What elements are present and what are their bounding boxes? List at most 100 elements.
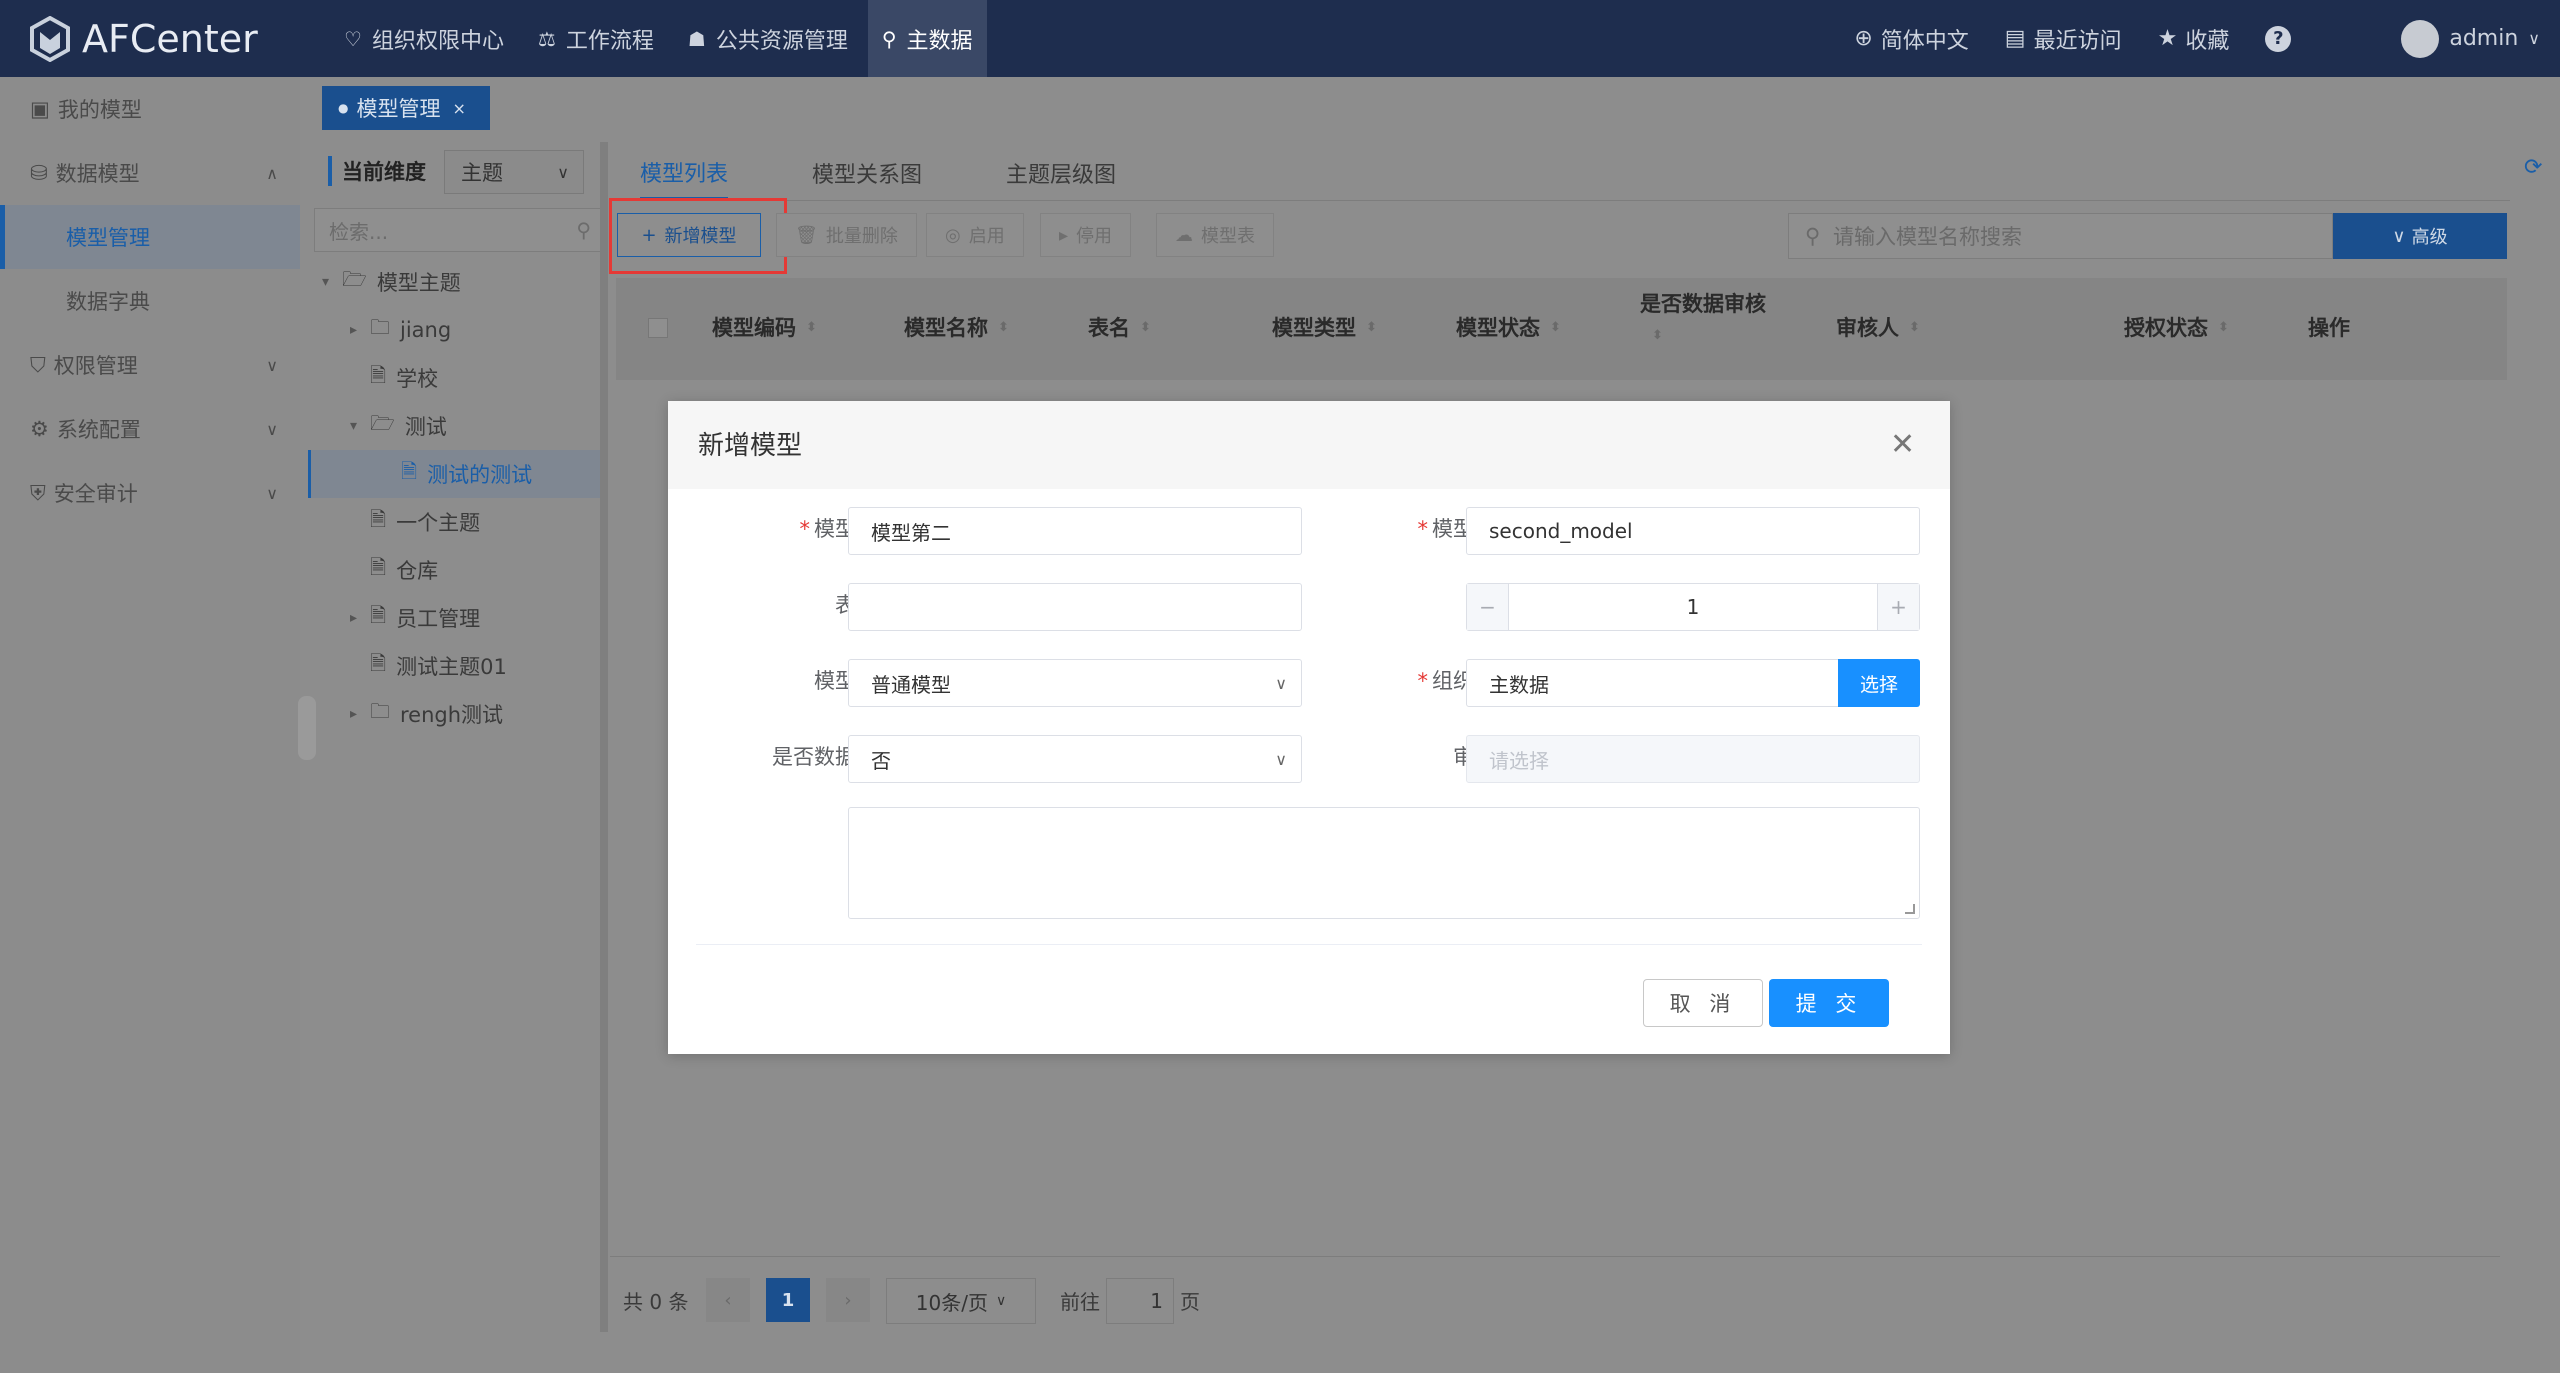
- sidebar-item-data-dictionary[interactable]: 数据字典: [0, 269, 300, 333]
- chevron-down-icon: ∨: [266, 419, 278, 439]
- caret-right-icon[interactable]: ▸: [350, 610, 370, 626]
- tree-search-input[interactable]: 检索... ⚲: [314, 208, 602, 252]
- table-name-input[interactable]: [848, 583, 1302, 631]
- column-label: 模型状态: [1456, 316, 1540, 340]
- tree-node-model-theme[interactable]: ▾ 🗁 模型主题: [308, 258, 606, 306]
- batch-delete-button[interactable]: 🗑 批量删除: [776, 213, 917, 257]
- topnav-master-data[interactable]: ⚲ 主数据: [867, 0, 987, 77]
- favorites[interactable]: ★ 收藏: [2158, 23, 2230, 55]
- sidebar-item-my-models[interactable]: ▣ 我的模型: [0, 77, 300, 141]
- sidebar-item-permission[interactable]: ⛉ 权限管理 ∨: [0, 333, 300, 397]
- app-logo[interactable]: AFCenter: [30, 14, 258, 64]
- sidebar-collapse-handle[interactable]: [298, 696, 316, 760]
- tab-model-relation[interactable]: 模型关系图: [812, 146, 922, 200]
- sort-icon[interactable]: ⬍: [1909, 320, 1920, 335]
- prev-page-button[interactable]: ‹: [706, 1278, 750, 1322]
- sidebar-item-data-model[interactable]: ⛁ 数据模型 ∧: [0, 141, 300, 205]
- goto-page-input[interactable]: 1: [1106, 1278, 1174, 1324]
- model-code-input[interactable]: second_model: [1466, 507, 1920, 555]
- data-icon: ⚲: [881, 26, 897, 51]
- sidebar-item-system-config[interactable]: ⚙ 系统配置 ∨: [0, 397, 300, 461]
- column-header-model-name[interactable]: 模型名称 ⬍: [904, 312, 1009, 342]
- column-label: 授权状态: [2124, 316, 2208, 340]
- tabs-divider: [610, 200, 2510, 201]
- user-menu[interactable]: admin ∨: [2401, 19, 2540, 58]
- sidebar-item-model-management[interactable]: 模型管理: [0, 205, 300, 269]
- auditor-select: 请选择: [1466, 735, 1920, 783]
- column-header-table-name[interactable]: 表名 ⬍: [1088, 312, 1151, 342]
- model-search-placeholder: 请输入模型名称搜索: [1833, 225, 2022, 249]
- decrement-button[interactable]: −: [1467, 584, 1509, 630]
- tree-node-employee-management[interactable]: ▸ 🗎 员工管理: [308, 594, 606, 642]
- close-icon[interactable]: ×: [452, 99, 465, 118]
- column-label: 表名: [1088, 316, 1130, 340]
- sort-icon[interactable]: ⬍: [1550, 320, 1561, 335]
- page-tab-model-management[interactable]: ● 模型管理 ×: [322, 86, 490, 130]
- sort-icon[interactable]: ⬍: [1140, 320, 1151, 335]
- increment-button[interactable]: +: [1877, 584, 1919, 630]
- column-header-model-status[interactable]: 模型状态 ⬍: [1456, 312, 1561, 342]
- topnav-org-permission[interactable]: ♡ 组织权限中心: [330, 0, 518, 77]
- sort-icon[interactable]: ⬍: [1366, 320, 1377, 335]
- caret-right-icon[interactable]: ▸: [350, 322, 370, 338]
- tree-node-jiang[interactable]: ▸ 🗀 jiang: [308, 306, 606, 354]
- language-switch[interactable]: ⊕ 简体中文: [1854, 23, 1968, 55]
- sort-icon[interactable]: ⬍: [1652, 328, 1663, 343]
- sidebar-item-security-audit[interactable]: ⛨ 安全审计 ∨: [0, 461, 300, 525]
- column-header-actions: 操作: [2308, 312, 2350, 342]
- next-page-button[interactable]: ›: [826, 1278, 870, 1322]
- dimension-select[interactable]: 主题 ∨: [444, 150, 584, 194]
- model-name-input[interactable]: 模型第二: [848, 507, 1302, 555]
- caret-right-icon[interactable]: ▸: [350, 706, 370, 722]
- tab-theme-hierarchy[interactable]: 主题层级图: [1006, 146, 1116, 200]
- page-size-select[interactable]: 10条/页 ∨: [886, 1278, 1036, 1324]
- select-all-checkbox[interactable]: [648, 318, 668, 338]
- disable-button[interactable]: ▸ 停用: [1040, 213, 1132, 257]
- refresh-icon[interactable]: ⟳: [2524, 155, 2542, 180]
- submit-button[interactable]: 提 交: [1769, 979, 1889, 1027]
- required-mark: *: [799, 517, 811, 541]
- tree-node-test-theme-01[interactable]: 🗎 测试主题01: [308, 642, 606, 690]
- tree-node-test-of-test[interactable]: 🗎 测试的测试: [308, 450, 606, 498]
- org-input[interactable]: 主数据: [1466, 659, 1840, 707]
- tree-node-warehouse[interactable]: 🗎 仓库: [308, 546, 606, 594]
- tree-node-a-theme[interactable]: 🗎 一个主题: [308, 498, 606, 546]
- tree-node-test[interactable]: ▾ 🗁 测试: [308, 402, 606, 450]
- sort-icon[interactable]: ⬍: [806, 320, 817, 335]
- panel-splitter[interactable]: [600, 142, 608, 1332]
- topnav-public-resources[interactable]: ☗ 公共资源管理: [674, 0, 862, 77]
- model-table-button[interactable]: ☁ 模型表: [1156, 213, 1274, 257]
- sort-stepper[interactable]: 1: [1466, 583, 1920, 631]
- model-search-input[interactable]: ⚲ 请输入模型名称搜索: [1788, 213, 2333, 259]
- column-header-model-type[interactable]: 模型类型 ⬍: [1272, 312, 1377, 342]
- tree-node-label: 测试: [404, 415, 447, 439]
- caret-down-icon[interactable]: ▾: [322, 274, 342, 290]
- org-select-button[interactable]: 选择: [1838, 659, 1920, 707]
- advanced-search-button[interactable]: ∨ 高级: [2333, 213, 2507, 259]
- sidebar-item-label: 数据字典: [66, 290, 150, 314]
- recent-visits[interactable]: ▤ 最近访问: [2005, 23, 2122, 55]
- tree-node-school[interactable]: 🗎 学校: [308, 354, 606, 402]
- model-type-select[interactable]: 普通模型 ∨: [848, 659, 1302, 707]
- tab-model-list[interactable]: 模型列表: [640, 146, 729, 200]
- column-header-model-code[interactable]: 模型编码 ⬍: [712, 312, 817, 342]
- page-number-button[interactable]: 1: [766, 1278, 810, 1322]
- resize-handle-icon[interactable]: [1905, 904, 1915, 914]
- column-header-data-audit[interactable]: 是否数据审核 ⬍: [1640, 288, 1766, 343]
- close-icon[interactable]: ✕: [1890, 427, 1915, 462]
- sort-icon[interactable]: ⬍: [2218, 320, 2229, 335]
- enable-button[interactable]: ◎ 启用: [926, 213, 1024, 257]
- chevron-down-icon: ∨: [266, 483, 278, 503]
- column-header-auditor[interactable]: 审核人 ⬍: [1836, 312, 1920, 342]
- caret-down-icon[interactable]: ▾: [350, 418, 370, 434]
- help-button[interactable]: ?: [2265, 25, 2292, 52]
- topnav-workflow[interactable]: ⚖ 工作流程: [524, 0, 668, 77]
- column-label: 模型编码: [712, 316, 796, 340]
- tree-node-rengh-test[interactable]: ▸ 🗀 rengh测试: [308, 690, 606, 738]
- cancel-button[interactable]: 取 消: [1643, 979, 1763, 1027]
- column-header-auth-status[interactable]: 授权状态 ⬍: [2124, 312, 2229, 342]
- sort-icon[interactable]: ⬍: [998, 320, 1009, 335]
- remark-textarea[interactable]: [848, 807, 1920, 919]
- data-audit-select[interactable]: 否 ∨: [848, 735, 1302, 783]
- column-label: 是否数据审核: [1640, 292, 1766, 316]
